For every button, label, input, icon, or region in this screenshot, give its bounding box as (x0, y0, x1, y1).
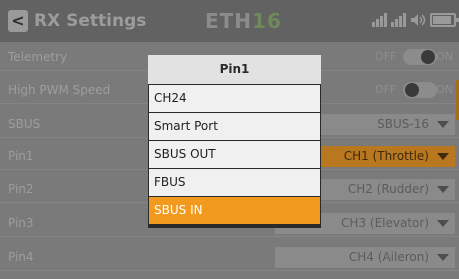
popup-title: Pin1 (148, 55, 321, 84)
battery-icon (430, 13, 459, 27)
status-icons (372, 13, 459, 27)
toggle-track[interactable] (403, 82, 437, 98)
toggle-knob[interactable] (405, 83, 419, 97)
page-title: RX Settings (34, 11, 147, 31)
chevron-down-icon (437, 220, 449, 227)
toggle-track[interactable] (403, 49, 437, 65)
header-bar: < RX Settings ETH16 (0, 0, 459, 42)
pin2-value: CH2 (Rudder) (347, 182, 429, 196)
high-pwm-speed-label: High PWM Speed (8, 83, 111, 97)
brand-main: ETH (205, 9, 253, 33)
pin3-value: CH3 (Elevator) (341, 216, 429, 230)
pin1-value: CH1 (Throttle) (343, 149, 429, 163)
option-fbus[interactable]: FBUS (149, 169, 320, 196)
back-button[interactable]: < (8, 10, 28, 32)
volume-icon (410, 13, 426, 27)
pin1-options-popup: Pin1 CH24 Smart Port SBUS OUT FBUS SBUS … (148, 55, 321, 228)
pin1-label: Pin1 (8, 149, 34, 163)
chevron-down-icon (437, 186, 449, 193)
pin4-select[interactable]: CH4 (Aileron) (275, 247, 455, 268)
toggle-knob[interactable] (421, 50, 435, 64)
back-arrow-icon: < (11, 11, 25, 30)
signal-icon (372, 13, 387, 27)
toggle-on-label: ON (436, 50, 453, 63)
rx-settings-screen: < RX Settings ETH16 Telemetry OFF ON Hig… (0, 0, 459, 279)
pin4-label: Pin4 (8, 250, 34, 264)
row-pin4: Pin4 CH4 (Aileron) (0, 244, 459, 271)
chevron-down-icon (437, 254, 449, 261)
toggle-off-label: OFF (375, 83, 397, 96)
high-pwm-speed-toggle[interactable]: OFF ON (375, 82, 453, 99)
option-smart-port[interactable]: Smart Port (149, 113, 320, 140)
brand-accent: 16 (252, 9, 282, 33)
chevron-down-icon (437, 153, 449, 160)
option-sbus-in[interactable]: SBUS IN (149, 197, 320, 224)
chevron-down-icon (437, 121, 449, 128)
pin3-label: Pin3 (8, 216, 34, 230)
sbus-value: SBUS-16 (377, 117, 429, 131)
option-sbus-out[interactable]: SBUS OUT (149, 141, 320, 168)
option-ch24[interactable]: CH24 (149, 85, 320, 112)
telemetry-label: Telemetry (8, 50, 68, 64)
brand-logo: ETH16 (205, 9, 282, 33)
telemetry-toggle[interactable]: OFF ON (375, 49, 453, 66)
pin2-label: Pin2 (8, 182, 34, 196)
toggle-off-label: OFF (375, 50, 397, 63)
toggle-on-label: ON (436, 83, 453, 96)
signal-icon (391, 13, 406, 27)
sbus-label: SBUS (8, 117, 41, 131)
pin4-value: CH4 (Aileron) (348, 250, 429, 264)
